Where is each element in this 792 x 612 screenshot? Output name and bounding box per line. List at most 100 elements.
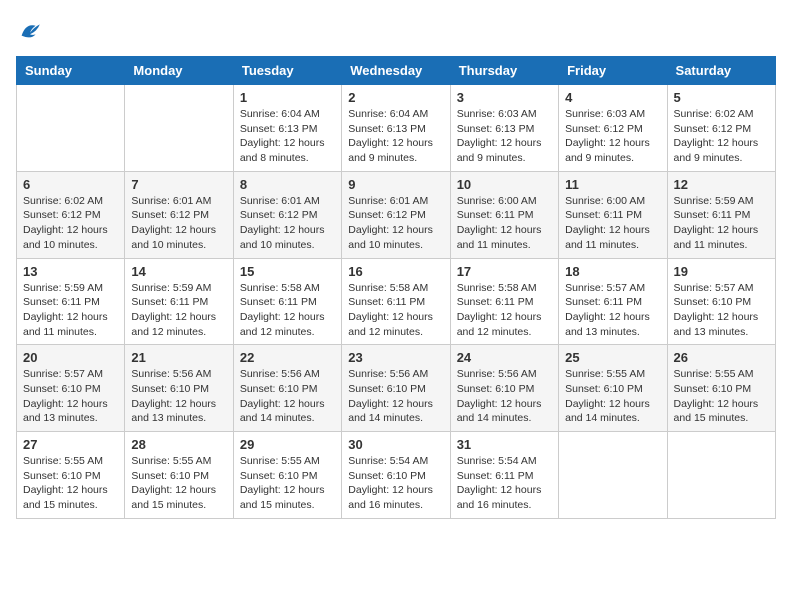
day-info: Sunrise: 5:55 AM Sunset: 6:10 PM Dayligh… <box>674 367 769 426</box>
day-info: Sunrise: 5:55 AM Sunset: 6:10 PM Dayligh… <box>240 454 335 513</box>
day-info: Sunrise: 5:56 AM Sunset: 6:10 PM Dayligh… <box>131 367 226 426</box>
day-info: Sunrise: 5:55 AM Sunset: 6:10 PM Dayligh… <box>23 454 118 513</box>
calendar-cell: 26 Sunrise: 5:55 AM Sunset: 6:10 PM Dayli… <box>667 345 775 432</box>
day-number: 9 <box>348 177 443 192</box>
calendar-cell: 4 Sunrise: 6:03 AM Sunset: 6:12 PM Daylig… <box>559 85 667 172</box>
day-number: 27 <box>23 437 118 452</box>
calendar-cell: 17 Sunrise: 5:58 AM Sunset: 6:11 PM Dayli… <box>450 258 558 345</box>
day-number: 8 <box>240 177 335 192</box>
day-number: 16 <box>348 264 443 279</box>
day-info: Sunrise: 5:58 AM Sunset: 6:11 PM Dayligh… <box>457 281 552 340</box>
day-info: Sunrise: 5:56 AM Sunset: 6:10 PM Dayligh… <box>240 367 335 426</box>
day-info: Sunrise: 5:55 AM Sunset: 6:10 PM Dayligh… <box>131 454 226 513</box>
day-info: Sunrise: 5:59 AM Sunset: 6:11 PM Dayligh… <box>674 194 769 253</box>
calendar-cell: 7 Sunrise: 6:01 AM Sunset: 6:12 PM Daylig… <box>125 171 233 258</box>
calendar-cell: 2 Sunrise: 6:04 AM Sunset: 6:13 PM Daylig… <box>342 85 450 172</box>
day-number: 6 <box>23 177 118 192</box>
calendar-week-row: 1 Sunrise: 6:04 AM Sunset: 6:13 PM Daylig… <box>17 85 776 172</box>
day-info: Sunrise: 5:54 AM Sunset: 6:10 PM Dayligh… <box>348 454 443 513</box>
day-number: 24 <box>457 350 552 365</box>
calendar-cell: 16 Sunrise: 5:58 AM Sunset: 6:11 PM Dayli… <box>342 258 450 345</box>
calendar-cell: 13 Sunrise: 5:59 AM Sunset: 6:11 PM Dayli… <box>17 258 125 345</box>
calendar-cell: 29Sunrise: 5:55 AM Sunset: 6:10 PM Dayli… <box>233 432 341 519</box>
col-header-thursday: Thursday <box>450 57 558 85</box>
calendar-cell: 3 Sunrise: 6:03 AM Sunset: 6:13 PM Daylig… <box>450 85 558 172</box>
day-info: Sunrise: 5:57 AM Sunset: 6:11 PM Dayligh… <box>565 281 660 340</box>
col-header-wednesday: Wednesday <box>342 57 450 85</box>
calendar-cell: 28 Sunrise: 5:55 AM Sunset: 6:10 PM Dayli… <box>125 432 233 519</box>
calendar-cell: 5Sunrise: 6:02 AM Sunset: 6:12 PM Daylig… <box>667 85 775 172</box>
col-header-friday: Friday <box>559 57 667 85</box>
day-info: Sunrise: 5:57 AM Sunset: 6:10 PM Dayligh… <box>674 281 769 340</box>
day-info: Sunrise: 6:03 AM Sunset: 6:13 PM Dayligh… <box>457 107 552 166</box>
calendar-cell: 21 Sunrise: 5:56 AM Sunset: 6:10 PM Dayli… <box>125 345 233 432</box>
day-info: Sunrise: 6:01 AM Sunset: 6:12 PM Dayligh… <box>348 194 443 253</box>
day-number: 26 <box>674 350 769 365</box>
day-number: 13 <box>23 264 118 279</box>
day-number: 3 <box>457 90 552 105</box>
calendar-cell: 8Sunrise: 6:01 AM Sunset: 6:12 PM Daylig… <box>233 171 341 258</box>
day-number: 20 <box>23 350 118 365</box>
calendar-cell: 12 Sunrise: 5:59 AM Sunset: 6:11 PM Dayli… <box>667 171 775 258</box>
calendar-cell <box>667 432 775 519</box>
calendar-cell: 22Sunrise: 5:56 AM Sunset: 6:10 PM Dayli… <box>233 345 341 432</box>
day-number: 28 <box>131 437 226 452</box>
calendar-cell: 24Sunrise: 5:56 AM Sunset: 6:10 PM Dayli… <box>450 345 558 432</box>
day-info: Sunrise: 5:59 AM Sunset: 6:11 PM Dayligh… <box>23 281 118 340</box>
calendar-table: SundayMondayTuesdayWednesdayThursdayFrid… <box>16 56 776 519</box>
calendar-cell: 15 Sunrise: 5:58 AM Sunset: 6:11 PM Dayli… <box>233 258 341 345</box>
col-header-saturday: Saturday <box>667 57 775 85</box>
day-info: Sunrise: 5:56 AM Sunset: 6:10 PM Dayligh… <box>348 367 443 426</box>
day-info: Sunrise: 6:04 AM Sunset: 6:13 PM Dayligh… <box>240 107 335 166</box>
calendar-cell: 31Sunrise: 5:54 AM Sunset: 6:11 PM Dayli… <box>450 432 558 519</box>
calendar-cell: 25 Sunrise: 5:55 AM Sunset: 6:10 PM Dayli… <box>559 345 667 432</box>
day-number: 1 <box>240 90 335 105</box>
day-info: Sunrise: 6:03 AM Sunset: 6:12 PM Dayligh… <box>565 107 660 166</box>
logo <box>16 16 48 44</box>
calendar-cell: 30Sunrise: 5:54 AM Sunset: 6:10 PM Dayli… <box>342 432 450 519</box>
calendar-cell: 11Sunrise: 6:00 AM Sunset: 6:11 PM Dayli… <box>559 171 667 258</box>
day-number: 19 <box>674 264 769 279</box>
day-info: Sunrise: 6:00 AM Sunset: 6:11 PM Dayligh… <box>565 194 660 253</box>
day-info: Sunrise: 5:59 AM Sunset: 6:11 PM Dayligh… <box>131 281 226 340</box>
page-header <box>16 16 776 44</box>
day-info: Sunrise: 5:57 AM Sunset: 6:10 PM Dayligh… <box>23 367 118 426</box>
calendar-cell: 9 Sunrise: 6:01 AM Sunset: 6:12 PM Daylig… <box>342 171 450 258</box>
day-info: Sunrise: 5:58 AM Sunset: 6:11 PM Dayligh… <box>240 281 335 340</box>
day-info: Sunrise: 6:01 AM Sunset: 6:12 PM Dayligh… <box>131 194 226 253</box>
calendar-cell: 20 Sunrise: 5:57 AM Sunset: 6:10 PM Dayli… <box>17 345 125 432</box>
day-number: 12 <box>674 177 769 192</box>
calendar-cell: 27 Sunrise: 5:55 AM Sunset: 6:10 PM Dayli… <box>17 432 125 519</box>
day-number: 2 <box>348 90 443 105</box>
day-number: 14 <box>131 264 226 279</box>
calendar-cell <box>125 85 233 172</box>
calendar-week-row: 6 Sunrise: 6:02 AM Sunset: 6:12 PM Daylig… <box>17 171 776 258</box>
day-number: 10 <box>457 177 552 192</box>
col-header-monday: Monday <box>125 57 233 85</box>
day-number: 31 <box>457 437 552 452</box>
day-number: 23 <box>348 350 443 365</box>
day-number: 4 <box>565 90 660 105</box>
calendar-cell: 18 Sunrise: 5:57 AM Sunset: 6:11 PM Dayli… <box>559 258 667 345</box>
logo-bird-icon <box>16 16 44 44</box>
day-number: 25 <box>565 350 660 365</box>
calendar-cell: 19 Sunrise: 5:57 AM Sunset: 6:10 PM Dayli… <box>667 258 775 345</box>
day-number: 15 <box>240 264 335 279</box>
calendar-cell: 10Sunrise: 6:00 AM Sunset: 6:11 PM Dayli… <box>450 171 558 258</box>
day-number: 5 <box>674 90 769 105</box>
calendar-cell: 23 Sunrise: 5:56 AM Sunset: 6:10 PM Dayli… <box>342 345 450 432</box>
day-info: Sunrise: 6:04 AM Sunset: 6:13 PM Dayligh… <box>348 107 443 166</box>
calendar-cell: 14 Sunrise: 5:59 AM Sunset: 6:11 PM Dayli… <box>125 258 233 345</box>
calendar-cell: 6 Sunrise: 6:02 AM Sunset: 6:12 PM Daylig… <box>17 171 125 258</box>
day-number: 17 <box>457 264 552 279</box>
day-info: Sunrise: 5:55 AM Sunset: 6:10 PM Dayligh… <box>565 367 660 426</box>
col-header-sunday: Sunday <box>17 57 125 85</box>
day-info: Sunrise: 6:02 AM Sunset: 6:12 PM Dayligh… <box>23 194 118 253</box>
col-header-tuesday: Tuesday <box>233 57 341 85</box>
calendar-cell: 1 Sunrise: 6:04 AM Sunset: 6:13 PM Daylig… <box>233 85 341 172</box>
day-number: 21 <box>131 350 226 365</box>
calendar-week-row: 13 Sunrise: 5:59 AM Sunset: 6:11 PM Dayli… <box>17 258 776 345</box>
day-number: 7 <box>131 177 226 192</box>
day-number: 18 <box>565 264 660 279</box>
day-info: Sunrise: 5:58 AM Sunset: 6:11 PM Dayligh… <box>348 281 443 340</box>
